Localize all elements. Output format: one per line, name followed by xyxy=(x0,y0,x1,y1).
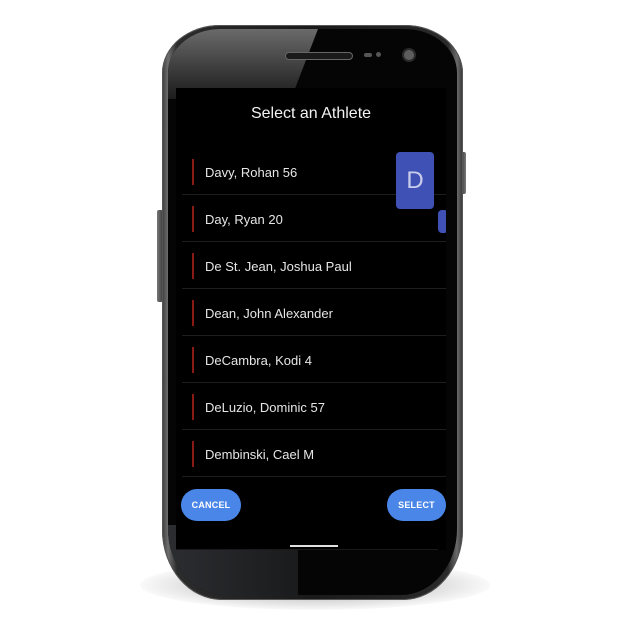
cancel-button[interactable]: CANCEL xyxy=(181,489,241,521)
light-sensor xyxy=(376,52,381,57)
fast-scroll-thumb[interactable] xyxy=(438,210,446,233)
athlete-name: Dembinski, Cael M xyxy=(205,447,315,462)
row-marker xyxy=(192,206,194,232)
athlete-select-dialog: Select an Athlete Davy, Rohan 56 Day, Ry… xyxy=(176,88,446,550)
list-item[interactable]: DeCambra, Kodi 4 xyxy=(182,336,446,383)
row-marker xyxy=(192,253,194,279)
row-marker xyxy=(192,300,194,326)
front-camera-icon xyxy=(404,50,414,60)
row-marker xyxy=(192,394,194,420)
list-item[interactable]: De St. Jean, Joshua Paul xyxy=(182,242,446,289)
divider xyxy=(176,549,438,550)
select-button[interactable]: SELECT xyxy=(387,489,446,521)
row-marker xyxy=(192,441,194,467)
athlete-name: De St. Jean, Joshua Paul xyxy=(205,259,352,274)
earpiece-speaker xyxy=(285,52,353,60)
list-item[interactable]: Dean, John Alexander xyxy=(182,289,446,336)
athlete-name: Day, Ryan 20 xyxy=(205,212,283,227)
athlete-name: DeLuzio, Dominic 57 xyxy=(205,400,325,415)
row-marker xyxy=(192,159,194,185)
proximity-sensor xyxy=(364,53,372,57)
dialog-title: Select an Athlete xyxy=(250,105,372,122)
fast-scroll-index-bubble: D xyxy=(396,152,434,209)
home-indicator[interactable] xyxy=(290,545,338,547)
athlete-name: Davy, Rohan 56 xyxy=(205,165,298,180)
list-item[interactable]: DeLuzio, Dominic 57 xyxy=(182,383,446,430)
athlete-name: DeCambra, Kodi 4 xyxy=(205,353,312,368)
athlete-name: Dean, John Alexander xyxy=(205,306,333,321)
list-item[interactable]: Dembinski, Cael M xyxy=(182,430,446,477)
row-marker xyxy=(192,347,194,373)
